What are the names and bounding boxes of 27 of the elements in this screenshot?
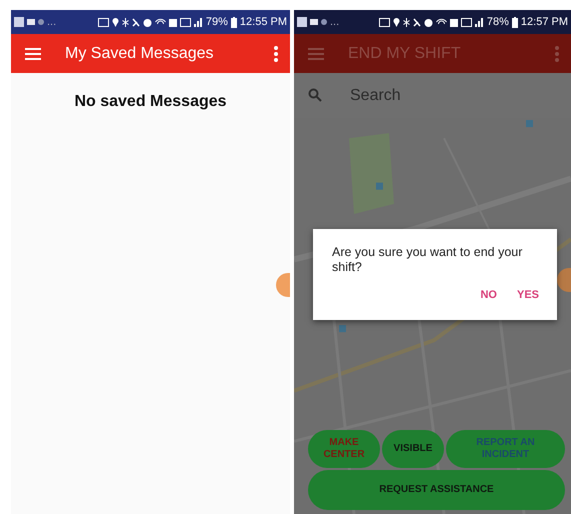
clock: 12:55 PM [240,16,287,28]
battery-icon [512,16,518,28]
battery-percent: 79% [206,16,228,28]
action-button[interactable]: MAKE CENTER [308,430,380,468]
notification-overflow: ... [47,16,56,28]
location-icon [112,16,119,28]
action-button[interactable]: REQUEST ASSISTANCE [308,470,565,510]
search-field[interactable]: Search [294,73,571,118]
dialog-button[interactable]: YES [516,289,539,301]
notification-overflow: ... [330,16,340,28]
clock: 12:57 PM [520,16,568,28]
battery-icon [230,16,237,28]
signal-icon [194,16,203,28]
location-icon [392,16,400,28]
signal-icon [474,16,484,28]
bluetooth-icon [122,16,129,28]
dialog-button[interactable]: NO [480,289,497,301]
more-options-icon[interactable] [274,46,278,62]
bluetooth-icon [402,16,410,28]
more-options-icon[interactable] [555,46,559,62]
dialog-message: Are you sure you want to end your shift? [332,245,524,275]
battery-percent: 78% [486,16,509,28]
app-bar-title: My Saved Messages [65,44,215,62]
floating-bubble[interactable] [276,273,290,297]
action-button[interactable]: REPORT AN INCIDENT [446,430,565,468]
menu-icon[interactable] [308,48,324,60]
empty-message: No saved Messages [73,93,228,111]
